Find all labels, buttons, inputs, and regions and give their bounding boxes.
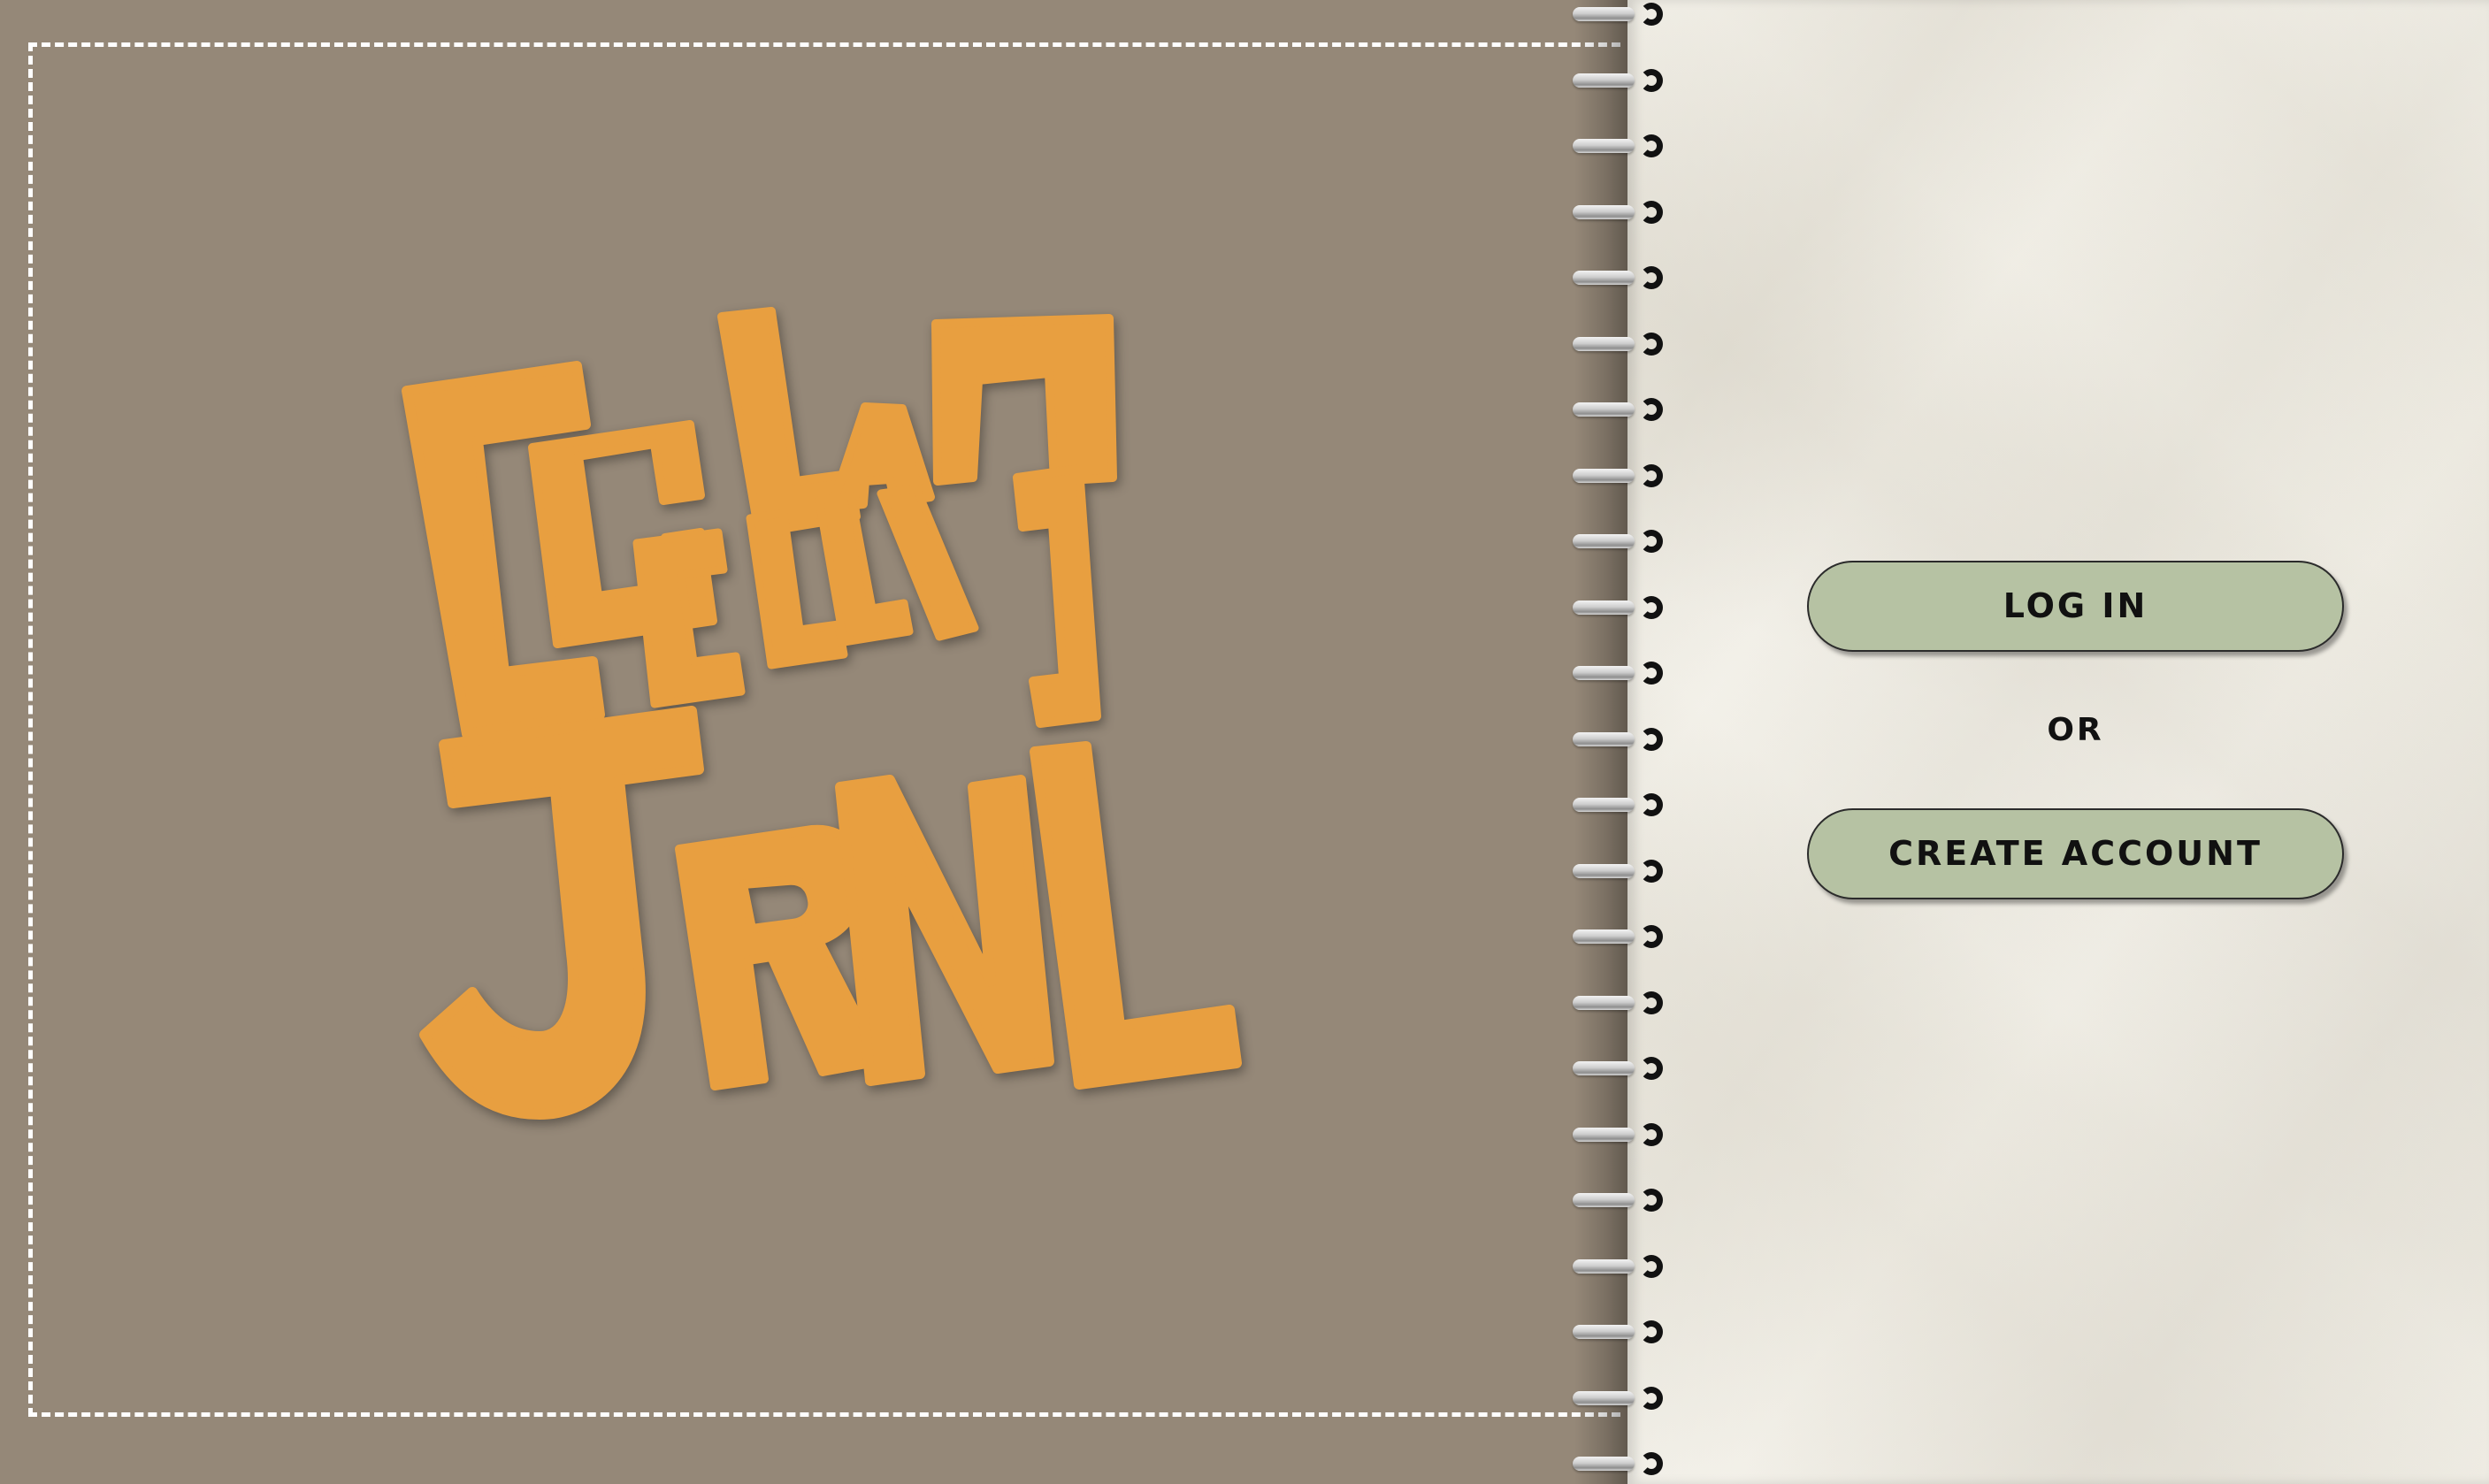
logo-graphic bbox=[402, 307, 1242, 1120]
spiral-ring bbox=[1566, 722, 1689, 757]
spiral-wire bbox=[1573, 600, 1635, 615]
spiral-wire bbox=[1573, 731, 1635, 746]
colab-jrnl-logo bbox=[389, 292, 1274, 1159]
journal-page: LOG IN OR CREATE ACCOUNT bbox=[0, 0, 2489, 1484]
spiral-ring bbox=[1566, 260, 1689, 295]
spiral-wire bbox=[1573, 995, 1635, 1010]
auth-panel: LOG IN OR CREATE ACCOUNT bbox=[1807, 561, 2344, 899]
spiral-ring bbox=[1566, 128, 1689, 164]
spiral-wire bbox=[1573, 1457, 1635, 1471]
spiral-hole bbox=[1640, 991, 1663, 1014]
spiral-wire bbox=[1573, 468, 1635, 483]
spiral-wire bbox=[1573, 1127, 1635, 1142]
spiral-hole bbox=[1640, 398, 1663, 421]
spiral-wire bbox=[1573, 271, 1635, 285]
spiral-hole bbox=[1640, 925, 1663, 948]
spiral-hole bbox=[1640, 1057, 1663, 1080]
spiral-ring bbox=[1566, 787, 1689, 822]
spiral-ring bbox=[1566, 1117, 1689, 1152]
spiral-hole bbox=[1640, 1122, 1663, 1146]
journal-cover bbox=[0, 0, 1627, 1484]
spiral-wire bbox=[1573, 336, 1635, 351]
create-account-button[interactable]: CREATE ACCOUNT bbox=[1807, 808, 2344, 899]
spiral-hole bbox=[1640, 68, 1663, 92]
spiral-hole bbox=[1640, 134, 1663, 157]
spiral-hole bbox=[1640, 200, 1663, 224]
spiral-wire bbox=[1573, 1193, 1635, 1207]
spiral-hole bbox=[1640, 1254, 1663, 1278]
spiral-hole bbox=[1640, 1189, 1663, 1212]
spiral-ring bbox=[1566, 853, 1689, 889]
spiral-hole bbox=[1640, 3, 1663, 26]
spiral-hole bbox=[1640, 530, 1663, 553]
spiral-ring bbox=[1566, 985, 1689, 1021]
spiral-hole bbox=[1640, 793, 1663, 816]
spiral-wire bbox=[1573, 1390, 1635, 1405]
spiral-wire bbox=[1573, 139, 1635, 153]
spiral-hole bbox=[1640, 463, 1663, 487]
spiral-wire bbox=[1573, 798, 1635, 812]
spiral-wire bbox=[1573, 1325, 1635, 1339]
spiral-binding bbox=[1566, 0, 1689, 1484]
spiral-ring bbox=[1566, 655, 1689, 691]
spiral-hole bbox=[1640, 859, 1663, 883]
spiral-wire bbox=[1573, 402, 1635, 417]
spiral-hole bbox=[1640, 266, 1663, 289]
spiral-ring bbox=[1566, 1182, 1689, 1218]
spiral-ring bbox=[1566, 1314, 1689, 1350]
spiral-wire bbox=[1573, 1061, 1635, 1075]
spiral-wire bbox=[1573, 534, 1635, 548]
spiral-hole bbox=[1640, 727, 1663, 751]
spiral-ring bbox=[1566, 0, 1689, 32]
spiral-hole bbox=[1640, 1320, 1663, 1343]
spiral-ring bbox=[1566, 63, 1689, 98]
spiral-ring bbox=[1566, 919, 1689, 954]
spiral-ring bbox=[1566, 195, 1689, 230]
spiral-wire bbox=[1573, 73, 1635, 88]
spiral-ring bbox=[1566, 1446, 1689, 1481]
spiral-ring bbox=[1566, 1381, 1689, 1416]
spiral-ring bbox=[1566, 326, 1689, 362]
spiral-wire bbox=[1573, 1258, 1635, 1274]
spiral-ring bbox=[1566, 1051, 1689, 1086]
spiral-wire bbox=[1573, 204, 1635, 219]
spiral-hole bbox=[1640, 1452, 1663, 1475]
spiral-wire bbox=[1573, 929, 1635, 944]
spiral-wire bbox=[1573, 7, 1635, 21]
or-divider-label: OR bbox=[2047, 712, 2104, 748]
spiral-ring bbox=[1566, 590, 1689, 625]
spiral-ring bbox=[1566, 1249, 1689, 1284]
spiral-ring bbox=[1566, 458, 1689, 493]
spiral-hole bbox=[1640, 1386, 1663, 1410]
spiral-wire bbox=[1573, 863, 1635, 878]
spiral-hole bbox=[1640, 332, 1663, 356]
spiral-wire bbox=[1573, 666, 1635, 680]
spiral-ring bbox=[1566, 524, 1689, 559]
login-button[interactable]: LOG IN bbox=[1807, 561, 2344, 652]
spiral-hole bbox=[1640, 662, 1663, 685]
spiral-ring bbox=[1566, 392, 1689, 427]
spiral-hole bbox=[1640, 595, 1663, 619]
